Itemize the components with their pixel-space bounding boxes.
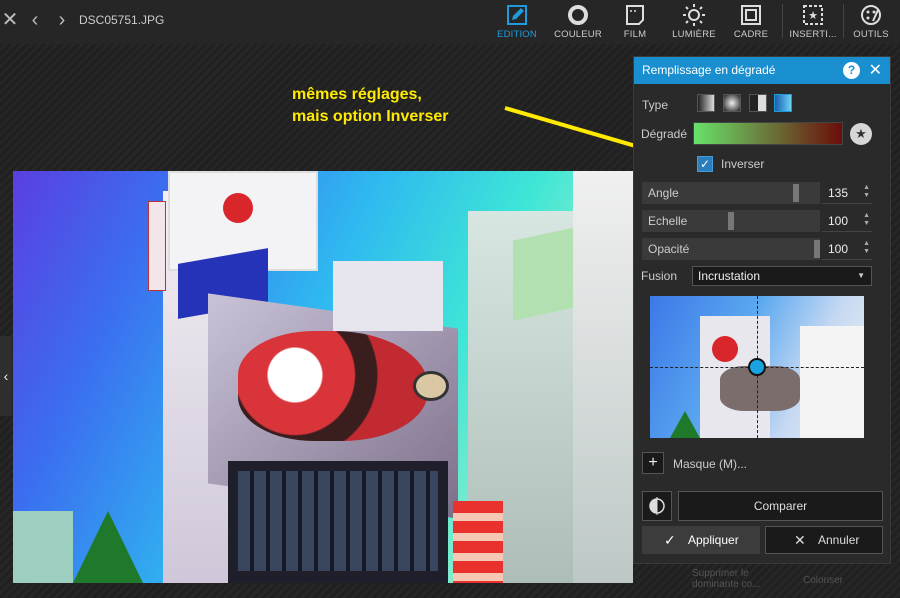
- edited-photo[interactable]: [13, 171, 633, 583]
- plus-icon: +: [648, 454, 658, 471]
- spinner-icon[interactable]: ▲ ▼: [863, 212, 870, 228]
- cancel-button[interactable]: ✕ Annuler: [765, 526, 883, 554]
- compare-toggle-button[interactable]: [642, 491, 672, 521]
- tools-icon: [860, 4, 882, 26]
- scale-slider[interactable]: Echelle: [642, 210, 820, 232]
- slider-knob[interactable]: [814, 240, 820, 258]
- add-mask-button[interactable]: +: [642, 452, 664, 474]
- preview-building-right: [800, 326, 864, 438]
- compare-button[interactable]: Comparer: [678, 491, 883, 521]
- file-name: DSC05751.JPG: [79, 13, 165, 27]
- preview-tree: [670, 411, 700, 438]
- tool-couleur[interactable]: COULEUR: [548, 0, 608, 44]
- gradient-preview-bar[interactable]: [693, 122, 843, 145]
- film-icon: [624, 4, 646, 26]
- gradient-label: Dégradé: [641, 127, 688, 141]
- windows: [238, 471, 438, 571]
- red-lanterns: [453, 501, 503, 583]
- opacity-value[interactable]: 100 ▲ ▼: [822, 238, 872, 260]
- logo-circle: [223, 193, 253, 223]
- type-label: Type: [642, 98, 669, 112]
- preview-logo: [712, 336, 738, 362]
- angle-slider[interactable]: Angle: [642, 182, 820, 204]
- edit-icon: [506, 4, 528, 26]
- star-icon[interactable]: ★: [850, 123, 872, 145]
- light-icon: [683, 4, 705, 26]
- building-lower-left: [13, 511, 73, 583]
- svg-text:★: ★: [808, 10, 818, 22]
- insert-icon: ★: [802, 4, 824, 26]
- annotation-text: mêmes réglages, mais option Inverser: [292, 86, 449, 125]
- panel-title: Remplissage en dégradé: [642, 63, 776, 77]
- chevron-down-icon: ▼: [857, 271, 865, 280]
- tool-film[interactable]: FILM: [605, 0, 665, 44]
- opacity-slider[interactable]: Opacité: [642, 238, 820, 260]
- background-tool-ghost: Coloriser: [803, 575, 844, 586]
- check-icon: ✓: [699, 157, 711, 171]
- type-reflected-button[interactable]: [749, 94, 767, 112]
- street-lamp: [413, 371, 449, 401]
- gradient-preview[interactable]: [650, 296, 864, 438]
- spinner-icon[interactable]: ▲ ▼: [863, 184, 870, 200]
- help-icon[interactable]: ?: [843, 62, 860, 79]
- cat-image: [238, 331, 428, 441]
- building-far-right: [573, 171, 633, 583]
- scale-value[interactable]: 100 ▲ ▼: [822, 210, 872, 232]
- top-toolbar: ✕ ‹ › DSC05751.JPG EDITION COULEUR FILM …: [0, 0, 900, 44]
- vertical-sign: [148, 201, 166, 291]
- close-icon: ✕: [794, 532, 806, 548]
- fusion-label: Fusion: [641, 269, 678, 283]
- close-icon[interactable]: ✕: [0, 8, 20, 32]
- gradient-center-handle[interactable]: [748, 358, 766, 376]
- tool-insertion[interactable]: ★ INSERTI...: [783, 0, 843, 44]
- angle-value[interactable]: 135 ▲ ▼: [822, 182, 872, 204]
- slider-knob[interactable]: [728, 212, 734, 230]
- tool-cadre[interactable]: CADRE: [721, 0, 781, 44]
- invert-checkbox[interactable]: ✓: [697, 156, 713, 172]
- fusion-select[interactable]: Incrustation ▼: [692, 266, 872, 286]
- spinner-icon[interactable]: ▲ ▼: [863, 240, 870, 256]
- frame-icon: [740, 4, 762, 26]
- slider-knob[interactable]: [793, 184, 799, 202]
- type-radial-button[interactable]: [723, 94, 741, 112]
- forward-icon[interactable]: ›: [52, 8, 72, 32]
- building-mid: [333, 261, 443, 331]
- tree: [73, 511, 143, 583]
- tool-outils[interactable]: OUTILS: [841, 0, 900, 44]
- type-selected-button[interactable]: [774, 94, 792, 112]
- left-panel-toggle[interactable]: ‹: [0, 336, 12, 416]
- panel-header: Remplissage en dégradé ? ✕: [634, 57, 890, 84]
- type-linear-button[interactable]: [697, 94, 715, 112]
- chevron-left-icon: ‹: [3, 368, 9, 384]
- background-tool-ghost: Supprimer le dominante co...: [692, 568, 761, 590]
- tool-edition[interactable]: EDITION: [487, 0, 547, 44]
- invert-label: Inverser: [721, 157, 765, 171]
- tool-lumiere[interactable]: LUMIÈRE: [664, 0, 724, 44]
- apply-button[interactable]: ✓ Appliquer: [642, 526, 760, 554]
- check-icon: ✓: [664, 532, 676, 548]
- mask-label[interactable]: Masque (M)...: [673, 457, 747, 471]
- close-icon[interactable]: ✕: [869, 57, 882, 84]
- back-icon[interactable]: ‹: [25, 8, 45, 32]
- color-icon: [567, 4, 589, 26]
- compare-icon: [649, 497, 665, 515]
